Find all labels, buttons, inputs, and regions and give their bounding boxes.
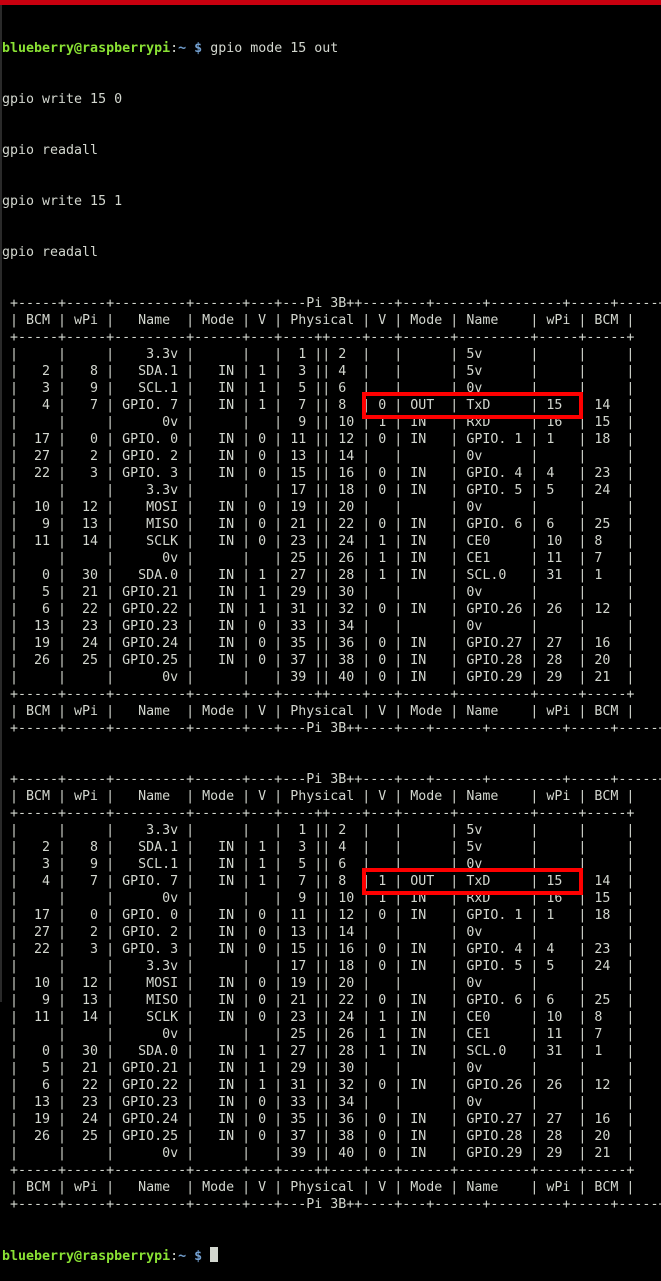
prompt-user-host: blueberry@raspberrypi [2, 1249, 171, 1264]
table-row: | | | 0v | | | 39 || 40 | 0 | IN | GPIO.… [2, 1146, 635, 1161]
prompt-symbol: $ [194, 1249, 203, 1264]
prompt-separator: : [170, 1249, 179, 1264]
table-row: | 3 | 9 | SCL.1 | IN | 1 | 5 || 6 | | | … [2, 857, 635, 872]
prompt-line: blueberry@raspberrypi:~ $ gpio mode 15 o… [2, 40, 661, 57]
table-title-border: +-----+-----+---------+------+---+---Pi … [2, 772, 661, 787]
table-row: | 5 | 21 | GPIO.21 | IN | 1 | 29 || 30 |… [2, 1061, 635, 1076]
table-row: | 10 | 12 | MOSI | IN | 0 | 19 || 20 | |… [2, 976, 635, 991]
prompt-user-host: blueberry@raspberrypi [2, 41, 171, 56]
table-row: | 9 | 13 | MISO | IN | 0 | 21 || 22 | 0 … [2, 993, 635, 1008]
table-row: | | | 0v | | | 9 || 10 | 1 | IN | RxD | … [2, 891, 635, 906]
table-row: | 4 | 7 | GPIO. 7 | IN | 1 | 7 || 8 | 0 … [2, 398, 635, 413]
table-row: | 11 | 14 | SCLK | IN | 0 | 23 || 24 | 1… [2, 534, 635, 549]
table-border: +-----+-----+---------+------+---+----++… [2, 330, 635, 345]
text-cursor [210, 1247, 219, 1262]
table-row: | 0 | 30 | SDA.0 | IN | 1 | 27 || 28 | 1… [2, 568, 635, 583]
table-header-row: | BCM | wPi | Name | Mode | V | Physical… [2, 313, 635, 328]
table-row: | 22 | 3 | GPIO. 3 | IN | 0 | 15 || 16 |… [2, 942, 635, 957]
table-row: | 6 | 22 | GPIO.22 | IN | 1 | 31 || 32 |… [2, 1078, 635, 1093]
table-row: | 2 | 8 | SDA.1 | IN | 1 | 3 || 4 | | | … [2, 840, 635, 855]
window-title-bar [0, 0, 661, 5]
table-row: | | | 0v | | | 25 || 26 | 1 | IN | CE1 |… [2, 1027, 635, 1042]
prompt-line-current[interactable]: blueberry@raspberrypi:~ $ [2, 1247, 661, 1264]
command-text: gpio mode 15 out [210, 41, 339, 56]
table-footer-header-row: | BCM | wPi | Name | Mode | V | Physical… [2, 704, 635, 719]
table-row: | 4 | 7 | GPIO. 7 | IN | 1 | 7 || 8 | 1 … [2, 874, 635, 889]
prompt-symbol: $ [194, 41, 203, 56]
gpio-readall-table-1: +-----+-----+---------+------+---+---Pi … [2, 295, 661, 737]
table-row: | | | 0v | | | 25 || 26 | 1 | IN | CE1 |… [2, 551, 635, 566]
table-row: | 2 | 8 | SDA.1 | IN | 1 | 3 || 4 | | | … [2, 364, 635, 379]
table-row: | | | 3.3v | | | 17 || 18 | 0 | IN | GPI… [2, 483, 635, 498]
table-row: | 0 | 30 | SDA.0 | IN | 1 | 27 || 28 | 1… [2, 1044, 635, 1059]
table-row: | 26 | 25 | GPIO.25 | IN | 0 | 37 || 38 … [2, 653, 635, 668]
gpio-readall-table-2: +-----+-----+---------+------+---+---Pi … [2, 771, 661, 1213]
table-row: | 17 | 0 | GPIO. 0 | IN | 0 | 11 || 12 |… [2, 432, 635, 447]
table-border: +-----+-----+---------+------+---+----++… [2, 687, 635, 702]
table-row: | 11 | 14 | SCLK | IN | 0 | 23 || 24 | 1… [2, 1010, 635, 1025]
table-row: | | | 3.3v | | | 1 || 2 | | | 5v | | | [2, 823, 635, 838]
output-line: gpio readall [2, 143, 99, 158]
table-row: | 13 | 23 | GPIO.23 | IN | 0 | 33 || 34 … [2, 619, 635, 634]
output-line: gpio write 15 1 [2, 194, 123, 209]
table-row: | | | 0v | | | 39 || 40 | 0 | IN | GPIO.… [2, 670, 635, 685]
table-row: | 27 | 2 | GPIO. 2 | IN | 0 | 13 || 14 |… [2, 925, 635, 940]
table-row: | 17 | 0 | GPIO. 0 | IN | 0 | 11 || 12 |… [2, 908, 635, 923]
table-row: | 19 | 24 | GPIO.24 | IN | 0 | 35 || 36 … [2, 636, 635, 651]
table-row: | 13 | 23 | GPIO.23 | IN | 0 | 33 || 34 … [2, 1095, 635, 1110]
table-footer-header-row: | BCM | wPi | Name | Mode | V | Physical… [2, 1180, 635, 1195]
prompt-path: ~ [178, 1249, 187, 1264]
output-line: gpio write 15 0 [2, 92, 123, 107]
table-border: +-----+-----+---------+------+---+----++… [2, 806, 635, 821]
table-row: | 5 | 21 | GPIO.21 | IN | 1 | 29 || 30 |… [2, 585, 635, 600]
table-row: | 27 | 2 | GPIO. 2 | IN | 0 | 13 || 14 |… [2, 449, 635, 464]
table-row: | 26 | 25 | GPIO.25 | IN | 0 | 37 || 38 … [2, 1129, 635, 1144]
prompt-separator: : [170, 41, 179, 56]
terminal-output[interactable]: blueberry@raspberrypi:~ $ gpio mode 15 o… [2, 6, 661, 1281]
table-row: | | | 0v | | | 9 || 10 | 1 | IN | RxD | … [2, 415, 635, 430]
table-title-border: +-----+-----+---------+------+---+---Pi … [2, 721, 661, 736]
table-row: | 10 | 12 | MOSI | IN | 0 | 19 || 20 | |… [2, 500, 635, 515]
table-header-row: | BCM | wPi | Name | Mode | V | Physical… [2, 789, 635, 804]
table-title-border: +-----+-----+---------+------+---+---Pi … [2, 1197, 661, 1212]
table-row: | 3 | 9 | SCL.1 | IN | 1 | 5 || 6 | | | … [2, 381, 635, 396]
output-line: gpio readall [2, 245, 99, 260]
table-row: | 9 | 13 | MISO | IN | 0 | 21 || 22 | 0 … [2, 517, 635, 532]
table-row: | 19 | 24 | GPIO.24 | IN | 0 | 35 || 36 … [2, 1112, 635, 1127]
table-border: +-----+-----+---------+------+---+----++… [2, 1163, 635, 1178]
table-row: | 6 | 22 | GPIO.22 | IN | 1 | 31 || 32 |… [2, 602, 635, 617]
table-title-border: +-----+-----+---------+------+---+---Pi … [2, 296, 661, 311]
prompt-path: ~ [178, 41, 187, 56]
table-row: | | | 3.3v | | | 17 || 18 | 0 | IN | GPI… [2, 959, 635, 974]
table-row: | | | 3.3v | | | 1 || 2 | | | 5v | | | [2, 347, 635, 362]
table-row: | 22 | 3 | GPIO. 3 | IN | 0 | 15 || 16 |… [2, 466, 635, 481]
